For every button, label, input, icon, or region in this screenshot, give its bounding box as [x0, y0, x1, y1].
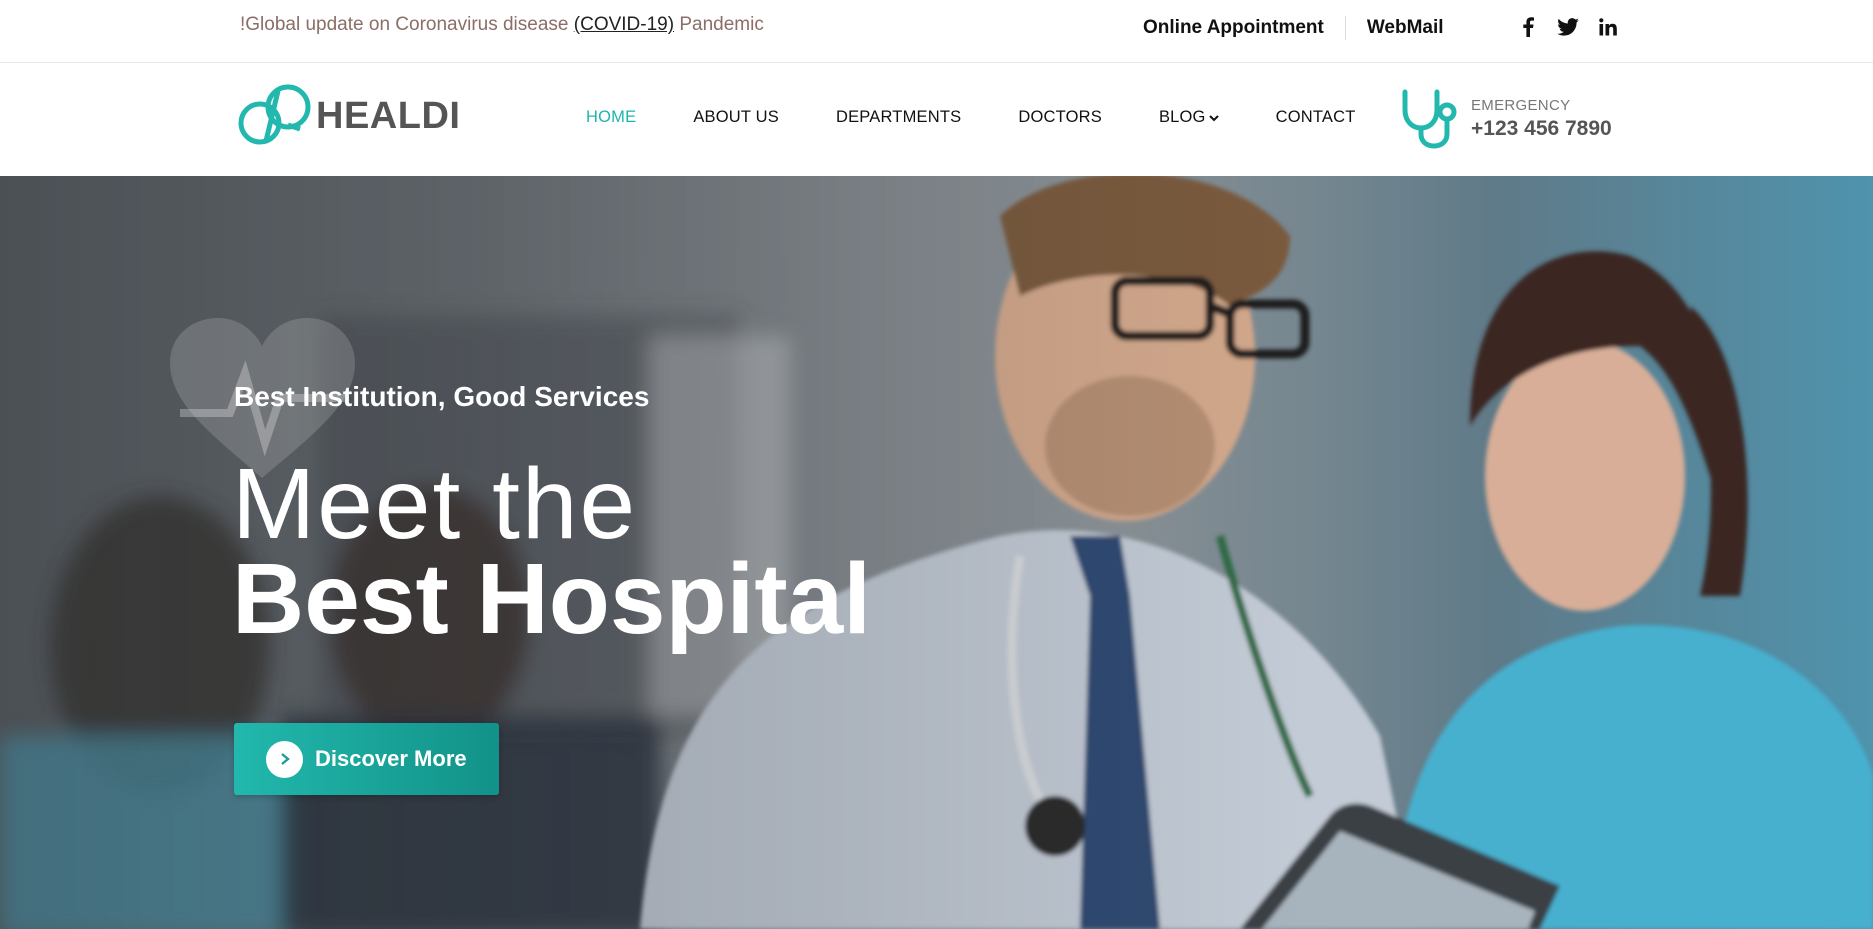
linkedin-icon[interactable] — [1596, 15, 1620, 39]
nav-departments[interactable]: DEPARTMENTS — [836, 108, 961, 127]
webmail-link[interactable]: WebMail — [1367, 17, 1444, 39]
capsule-logo-icon — [238, 84, 311, 145]
stethoscope-icon — [1402, 89, 1457, 149]
nav-contact[interactable]: CONTACT — [1276, 108, 1356, 127]
divider — [1344, 16, 1346, 40]
covid-notice: !Global update on Coronavirus disease (C… — [240, 14, 764, 36]
nav-blog-label: BLOG — [1158, 108, 1206, 126]
emergency-contact: EMERGENCY +123 456 7890 — [1401, 88, 1612, 150]
chevron-right-icon — [266, 740, 303, 778]
top-bar: !Global update on Coronavirus disease (C… — [0, 0, 1873, 63]
nav-home[interactable]: HOME — [586, 108, 636, 127]
nav-blog[interactable]: BLOG — [1159, 108, 1219, 127]
online-appointment-link[interactable]: Online Appointment — [1143, 17, 1324, 39]
main-nav: HOME ABOUT US DEPARTMENTS DOCTORS BLOG C… — [586, 108, 1413, 127]
facebook-icon[interactable] — [1516, 15, 1540, 39]
main-header: HEALDI HOME ABOUT US DEPARTMENTS DOCTORS… — [0, 63, 1873, 176]
twitter-icon[interactable] — [1556, 15, 1580, 39]
emergency-label: EMERGENCY — [1471, 97, 1571, 114]
discover-more-button[interactable]: Discover More — [234, 723, 499, 795]
logo[interactable]: HEALDI — [238, 83, 460, 149]
hero-eyebrow: Best Institution, Good Services — [234, 381, 650, 412]
nav-doctors[interactable]: DOCTORS — [1018, 108, 1102, 127]
notice-prefix: !Global update on Coronavirus disease — [240, 14, 574, 35]
nav-about-us[interactable]: ABOUT US — [693, 108, 779, 127]
brand-name: HEALDI — [316, 94, 461, 137]
chevron-down-icon — [1208, 111, 1219, 125]
emergency-phone[interactable]: +123 456 7890 — [1471, 117, 1612, 141]
top-links: Online Appointment WebMail — [1143, 16, 1444, 40]
hero-title-line1: Meet the — [232, 448, 638, 560]
covid-link[interactable]: (COVID-19) — [574, 14, 674, 35]
hero-banner: Best Institution, Good Services Meet the… — [0, 176, 1873, 929]
notice-suffix: Pandemic — [674, 14, 764, 35]
social-links — [1516, 15, 1620, 39]
discover-more-label: Discover More — [315, 746, 467, 771]
hero-title-line2: Best Hospital — [232, 543, 872, 655]
